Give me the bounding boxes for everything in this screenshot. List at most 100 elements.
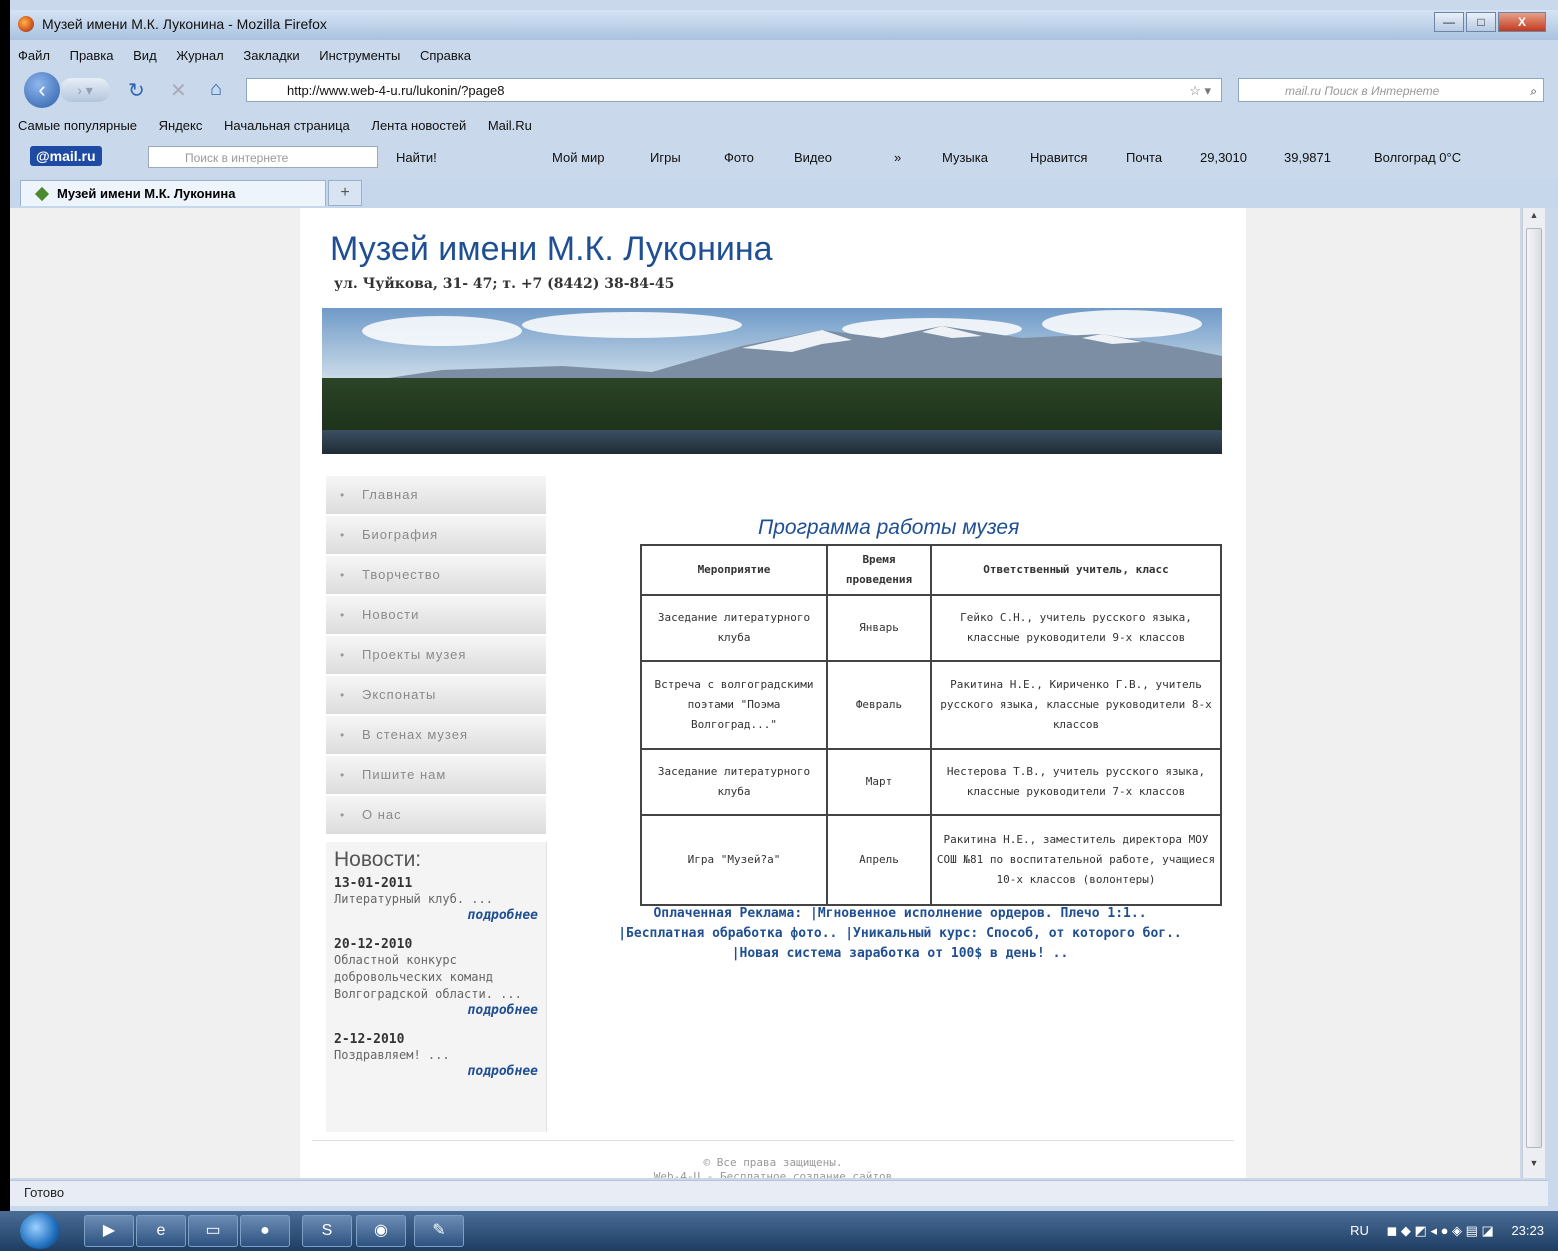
firefox-icon [18, 16, 34, 32]
mailru-my-world[interactable]: Мой мир [552, 150, 605, 165]
menu-help[interactable]: Справка [420, 48, 471, 63]
menu-bookmarks[interactable]: Закладки [243, 48, 299, 63]
bookmark-mailru[interactable]: Mail.Ru [488, 118, 532, 133]
menu-item-projects[interactable]: Проекты музея [326, 636, 546, 676]
menu-history[interactable]: Журнал [176, 48, 223, 63]
table-cell: Гейко С.Н., учитель русского языка, клас… [930, 594, 1222, 662]
weather[interactable]: Волгоград 0°C [1374, 150, 1461, 165]
mailru-photo[interactable]: Фото [724, 150, 754, 165]
bookmark-yandex[interactable]: Яндекс [159, 118, 203, 133]
search-placeholder: mail.ru Поиск в Интернете [1285, 84, 1440, 98]
euro-rate: 39,9871 [1284, 150, 1331, 165]
menu-view[interactable]: Вид [133, 48, 157, 63]
bookmarks-toolbar: Самые популярные Яндекс Начальная страни… [10, 114, 1558, 138]
clock[interactable]: 23:23 [1511, 1223, 1544, 1238]
ie-icon[interactable]: e [136, 1215, 186, 1247]
scroll-down-icon[interactable]: ▼ [1523, 1158, 1545, 1176]
menu-item-news[interactable]: Новости [326, 596, 546, 636]
bookmark-popular[interactable]: Самые популярные [18, 118, 137, 133]
paint-icon[interactable]: ✎ [414, 1215, 464, 1247]
system-tray: RU ◼ ◆ ◩ ◂ ● ◈ ▤ ◪ 23:23 [1336, 1223, 1544, 1239]
ad-link[interactable]: Оплаченная Реклама: |Мгновенное исполнен… [590, 904, 1210, 924]
news-block: Новости: 13-01-2011 Литературный клуб. .… [326, 842, 547, 1132]
minimize-button[interactable]: — [1434, 12, 1464, 32]
table-row: Встреча с волгоградскими поэтами "Поэма … [640, 660, 1222, 750]
menu-item-biography[interactable]: Биография [326, 516, 546, 556]
search-icon[interactable]: ⌕ [1530, 79, 1537, 103]
menu-item-contact[interactable]: Пишите нам [326, 756, 546, 796]
news-date: 2-12-2010 [334, 1032, 405, 1047]
menu-file[interactable]: Файл [18, 48, 50, 63]
url-input[interactable]: http://www.web-4-u.ru/lukonin/?page8 ☆ ▾ [246, 78, 1222, 102]
dollar-rate: 29,3010 [1200, 150, 1247, 165]
tab-strip: Музей имени М.К. Луконина + [10, 178, 1558, 208]
bookmark-star-icon[interactable]: ☆ ▾ [1189, 79, 1211, 103]
language-indicator[interactable]: RU [1350, 1223, 1369, 1238]
maximize-button[interactable]: □ [1466, 12, 1496, 32]
side-menu: Главная Биография Творчество Новости Про… [326, 476, 546, 836]
menu-item-museum-walls[interactable]: В стенах музея [326, 716, 546, 756]
forward-button[interactable]: › ▾ [60, 78, 110, 102]
home-icon[interactable]: ⌂ [210, 78, 222, 101]
table-row: Заседание литературного клуба Январь Гей… [640, 594, 1222, 662]
mailru-toolbar: @mail.ru Поиск в интернете Найти! Мой ми… [10, 142, 1558, 174]
table-cell: Заседание литературного клуба [640, 748, 828, 816]
url-text: http://www.web-4-u.ru/lukonin/?page8 [287, 83, 505, 98]
menu-bar: Файл Правка Вид Журнал Закладки Инструме… [10, 44, 1558, 68]
news-date: 13-01-2011 [334, 876, 413, 891]
menu-item-home[interactable]: Главная [326, 476, 546, 516]
news-more-link[interactable]: подробнее [334, 1064, 538, 1079]
firefox-taskbar-icon[interactable]: ◉ [356, 1215, 406, 1247]
menu-item-about[interactable]: О нас [326, 796, 546, 836]
table-row: Игра "Музей?а" Апрель Ракитина Н.Е., зам… [640, 814, 1222, 906]
stop-icon[interactable]: ✕ [170, 78, 187, 103]
reload-icon[interactable]: ↻ [128, 78, 145, 103]
mailru-video[interactable]: Видео [794, 150, 832, 165]
bookmark-start-page[interactable]: Начальная страница [224, 118, 350, 133]
new-tab-button[interactable]: + [328, 180, 362, 206]
media-player-icon[interactable]: ▶ [84, 1215, 134, 1247]
footer-link[interactable]: Web-4-U - Бесплатное создание сайтов [300, 1170, 1246, 1178]
menu-tools[interactable]: Инструменты [319, 48, 400, 63]
scroll-up-icon[interactable]: ▲ [1523, 210, 1545, 228]
page-viewport: Музей имени М.К. Луконина ул. Чуйкова, 3… [10, 208, 1520, 1178]
tab-museum[interactable]: Музей имени М.К. Луконина [20, 180, 326, 206]
news-text: Поздравляем! ... [334, 1048, 450, 1062]
back-button[interactable]: ‹ [24, 72, 60, 108]
ad-link[interactable]: |Новая система заработка от 100$ в день!… [590, 944, 1210, 964]
table-cell: Нестерова Т.В., учитель русского языка, … [930, 748, 1222, 816]
table-cell: Встреча с волгоградскими поэтами "Поэма … [640, 660, 828, 750]
skype-icon[interactable]: S [302, 1215, 352, 1247]
mailru-mail[interactable]: Почта [1126, 150, 1162, 165]
mailru-music[interactable]: Музыка [942, 150, 988, 165]
table-cell: Игра "Музей?а" [640, 814, 828, 906]
close-button[interactable]: X [1498, 12, 1546, 32]
app-icon[interactable]: ● [240, 1215, 290, 1247]
table-cell: Ракитина Н.Е., заместитель директора МОУ… [930, 814, 1222, 906]
news-item: 2-12-2010 Поздравляем! ... подробнее [326, 1032, 546, 1079]
table-cell: Январь [826, 594, 932, 662]
menu-item-creativity[interactable]: Творчество [326, 556, 546, 596]
mailru-search-input[interactable]: Поиск в интернете [148, 146, 378, 168]
mailru-games[interactable]: Игры [650, 150, 681, 165]
menu-edit[interactable]: Правка [70, 48, 114, 63]
site-title: Музей имени М.К. Луконина [330, 230, 773, 268]
news-more-link[interactable]: подробнее [334, 908, 538, 923]
bookmark-news-feed[interactable]: Лента новостей [371, 118, 466, 133]
title-bar: Музей имени М.К. Луконина - Mozilla Fire… [10, 10, 1558, 40]
scrollbar-thumb[interactable] [1526, 228, 1542, 1148]
mailru-like[interactable]: Нравится [1030, 150, 1087, 165]
explorer-icon[interactable]: ▭ [188, 1215, 238, 1247]
mailru-logo[interactable]: @mail.ru [30, 146, 102, 166]
search-input[interactable]: mail.ru Поиск в Интернете ⌕ [1238, 78, 1544, 102]
mailru-find-button[interactable]: Найти! [396, 150, 437, 165]
news-more-link[interactable]: подробнее [334, 1003, 538, 1018]
ad-link[interactable]: |Бесплатная обработка фото.. |Уникальный… [590, 924, 1210, 944]
mailru-search-placeholder: Поиск в интернете [185, 151, 289, 165]
tray-icons: ◼ ◆ ◩ ◂ ● ◈ ▤ ◪ [1386, 1223, 1494, 1238]
taskbar: ▶ e ▭ ● S ◉ ✎ RU ◼ ◆ ◩ ◂ ● ◈ ▤ ◪ 23:23 [0, 1211, 1558, 1251]
start-button[interactable] [20, 1213, 60, 1249]
vertical-scrollbar[interactable]: ▲ ▼ [1522, 208, 1545, 1178]
menu-item-exhibits[interactable]: Экспонаты [326, 676, 546, 716]
mailru-more[interactable]: » [894, 150, 901, 165]
